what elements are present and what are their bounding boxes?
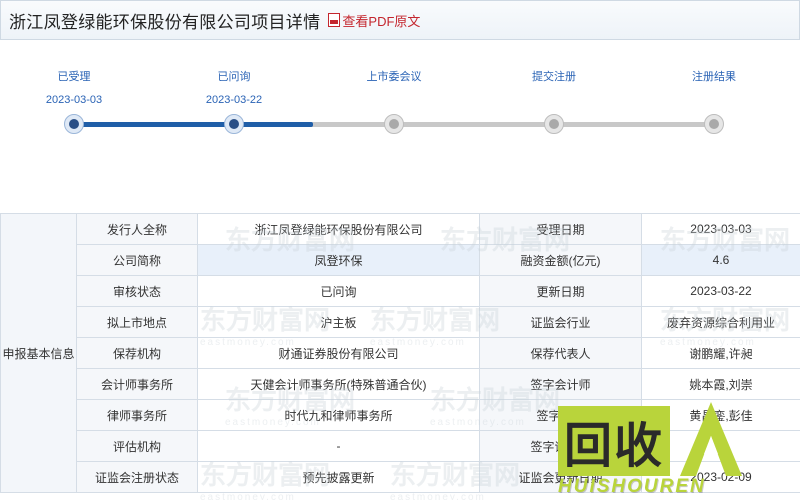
field-value: 财通证券股份有限公司 <box>197 337 480 369</box>
table-row: 评估机构 - 签字评估师 - <box>1 430 800 462</box>
field-value: 已问询 <box>197 275 480 307</box>
field-value: 姚本霞,刘崇 <box>641 368 800 400</box>
table-row: 保荐机构 财通证券股份有限公司 保荐代表人 谢鹏耀,许昶 <box>1 337 800 369</box>
field-value: 时代九和律师事务所 <box>197 399 480 431</box>
section-label: 申报基本信息 <box>0 213 77 493</box>
field-label: 更新日期 <box>479 275 642 307</box>
field-label: 证监会注册状态 <box>76 461 198 493</box>
table-row: 律师事务所 时代九和律师事务所 签字律师 黄昌銮,彭佳 <box>1 399 800 431</box>
field-value: 2023-03-03 <box>641 213 800 245</box>
step-node-registration-result <box>704 114 724 134</box>
field-label: 签字会计师 <box>479 368 642 400</box>
field-label: 签字评估师 <box>479 430 642 462</box>
step-label-submit-registration: 提交注册 <box>532 71 576 83</box>
table-row: 拟上市地点 沪主板 证监会行业 废弃资源综合利用业 <box>1 306 800 338</box>
field-value: - <box>197 430 480 462</box>
field-value: 废弃资源综合利用业 <box>641 306 800 338</box>
progress-track-fill <box>74 122 313 127</box>
field-label: 签字律师 <box>479 399 642 431</box>
field-label: 审核状态 <box>76 275 198 307</box>
field-label: 律师事务所 <box>76 399 198 431</box>
field-label: 会计师事务所 <box>76 368 198 400</box>
field-value: 4.6 <box>641 244 800 276</box>
field-value: - <box>641 430 800 462</box>
field-value: 凤登环保 <box>197 244 480 276</box>
field-value: 天健会计师事务所(特殊普通合伙) <box>197 368 480 400</box>
step-node-received <box>64 114 84 134</box>
field-label: 拟上市地点 <box>76 306 198 338</box>
field-value: 2023-03-22 <box>641 275 800 307</box>
page-header: 浙江凤登绿能环保股份有限公司项目详情 查看PDF原文 <box>0 0 800 40</box>
field-label: 发行人全称 <box>76 213 198 245</box>
table-row: 会计师事务所 天健会计师事务所(特殊普通合伙) 签字会计师 姚本霞,刘崇 <box>1 368 800 400</box>
field-value: 沪主板 <box>197 306 480 338</box>
step-node-inquired <box>224 114 244 134</box>
field-value: 浙江凤登绿能环保股份有限公司 <box>197 213 480 245</box>
field-label: 受理日期 <box>479 213 642 245</box>
field-label: 证监会行业 <box>479 306 642 338</box>
step-node-submit-registration <box>544 114 564 134</box>
table-row: 申报基本信息 发行人全称 浙江凤登绿能环保股份有限公司 受理日期 2023-03… <box>0 213 800 493</box>
field-value: 预先披露更新 <box>197 461 480 493</box>
table-row: 公司简称 凤登环保 融资金额(亿元) 4.6 <box>1 244 800 276</box>
progress-tracker: 已受理 2023-03-03 已问询 2023-03-22 上市委会议 提交注册… <box>0 40 800 212</box>
table-row: 证监会注册状态 预先披露更新 证监会更新日期 2023-02-09 <box>1 461 800 493</box>
field-label: 保荐代表人 <box>479 337 642 369</box>
field-label: 保荐机构 <box>76 337 198 369</box>
step-label-listing-committee: 上市委会议 <box>366 71 422 83</box>
view-pdf-label: 查看PDF原文 <box>342 13 421 29</box>
pdf-icon <box>328 13 341 27</box>
step-date-inquired: 2023-03-22 <box>205 94 263 106</box>
field-label: 评估机构 <box>76 430 198 462</box>
field-label: 证监会更新日期 <box>479 461 642 493</box>
field-label: 公司简称 <box>76 244 198 276</box>
field-label: 融资金额(亿元) <box>479 244 642 276</box>
field-value: 谢鹏耀,许昶 <box>641 337 800 369</box>
filing-info-table: 申报基本信息 发行人全称 浙江凤登绿能环保股份有限公司 受理日期 2023-03… <box>0 213 800 493</box>
field-value: 2023-02-09 <box>641 461 800 493</box>
step-label-registration-result: 注册结果 <box>692 71 736 83</box>
step-node-listing-committee <box>384 114 404 134</box>
step-date-received: 2023-03-03 <box>45 94 103 106</box>
page-title: 浙江凤登绿能环保股份有限公司项目详情 <box>9 12 321 32</box>
step-label-inquired: 已问询 <box>217 71 251 83</box>
step-label-received: 已受理 <box>57 71 91 83</box>
field-value: 黄昌銮,彭佳 <box>641 399 800 431</box>
table-row: 审核状态 已问询 更新日期 2023-03-22 <box>1 275 800 307</box>
view-pdf-link[interactable]: 查看PDF原文 <box>328 11 420 30</box>
